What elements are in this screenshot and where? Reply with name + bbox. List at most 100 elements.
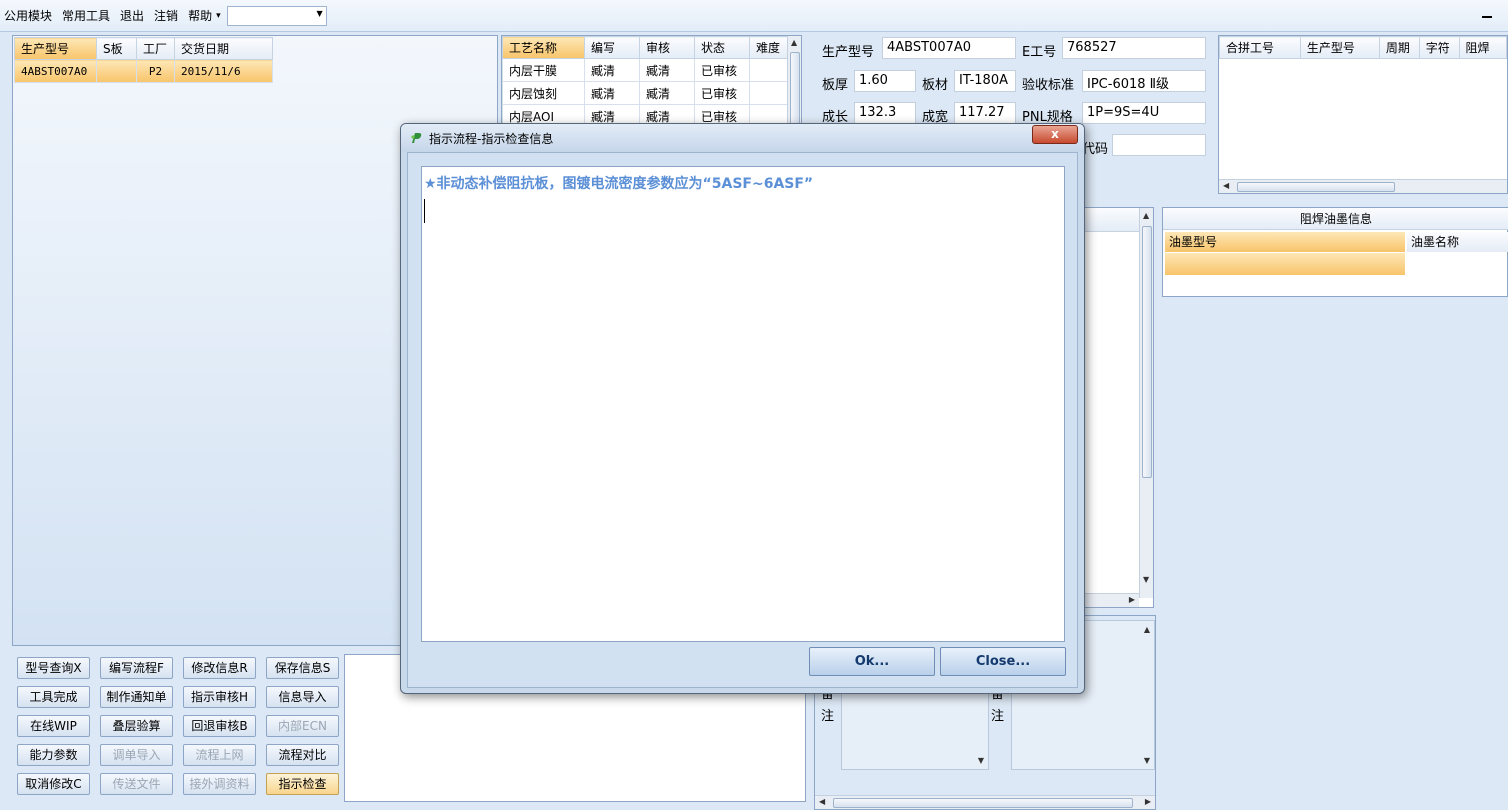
- app-icon: [410, 131, 424, 145]
- model-query-button[interactable]: 型号查询X: [17, 657, 90, 679]
- close-icon[interactable]: x: [1032, 125, 1078, 144]
- cell-status: 已审核: [694, 58, 750, 82]
- scroll-up-icon[interactable]: ▲: [1144, 625, 1150, 634]
- rollback-review-button[interactable]: 回退审核B: [183, 715, 256, 737]
- code-label: 代码: [1082, 142, 1109, 157]
- menu-public-module[interactable]: 公用模块: [4, 7, 52, 24]
- scroll-left-icon[interactable]: ◀: [1223, 181, 1229, 190]
- text-cursor: [424, 199, 425, 223]
- scroll-up-icon[interactable]: ▲: [791, 38, 797, 47]
- chevron-down-icon[interactable]: ▾: [216, 11, 221, 21]
- material-field[interactable]: IT-180A: [954, 70, 1016, 92]
- scroll-down-icon[interactable]: ▼: [1144, 756, 1150, 765]
- modify-info-button[interactable]: 修改信息R: [183, 657, 256, 679]
- table-row[interactable]: 4ABST007A0 P2 2015/11/6: [14, 59, 273, 83]
- tool-complete-button[interactable]: 工具完成: [17, 686, 90, 708]
- col-merge-model[interactable]: 生产型号: [1299, 36, 1380, 59]
- middle-grid-hscrollbar[interactable]: ▶: [1083, 593, 1139, 607]
- ink-panel-title: 阻焊油墨信息: [1163, 208, 1508, 230]
- cell-difficulty: [749, 58, 788, 82]
- save-info-button[interactable]: 保存信息S: [266, 657, 339, 679]
- thickness-field[interactable]: 1.60: [854, 70, 916, 92]
- model-field[interactable]: 4ABST007A0: [882, 37, 1016, 59]
- cell-difficulty: [749, 81, 788, 105]
- col-ink-name[interactable]: 油墨名称: [1407, 232, 1508, 252]
- scroll-right-icon[interactable]: ▶: [1129, 595, 1135, 604]
- scroll-thumb[interactable]: [833, 798, 1133, 808]
- scroll-up-icon[interactable]: ▲: [1143, 211, 1149, 220]
- col-solder-mask[interactable]: 阻焊: [1458, 36, 1508, 59]
- col-reviewer[interactable]: 审核: [639, 36, 695, 59]
- instruction-check-button[interactable]: 指示检查: [266, 773, 339, 795]
- col-merge-number[interactable]: 合拼工号: [1219, 36, 1301, 59]
- cell-reviewer: 臧清: [639, 81, 695, 105]
- standard-field[interactable]: IPC-6018 Ⅱ级: [1082, 70, 1206, 92]
- menu-common-tools[interactable]: 常用工具: [62, 7, 110, 24]
- dropdown-arrow-icon[interactable]: ▼: [316, 9, 322, 18]
- minimize-icon[interactable]: [1482, 8, 1494, 18]
- e-number-label: E工号: [1022, 45, 1057, 60]
- col-delivery-date[interactable]: 交货日期: [174, 37, 273, 60]
- col-process-name[interactable]: 工艺名称: [502, 36, 585, 59]
- menu-help[interactable]: 帮助: [188, 7, 212, 24]
- ok-button[interactable]: Ok...: [809, 647, 935, 676]
- cell-reviewer: 臧清: [639, 58, 695, 82]
- length-field[interactable]: 132.3: [854, 102, 916, 124]
- capability-params-button[interactable]: 能力参数: [17, 744, 90, 766]
- cell-factory: P2: [136, 59, 175, 83]
- edit-flow-button[interactable]: 编写流程F: [100, 657, 173, 679]
- pnl-field[interactable]: 1P=9S=4U: [1082, 102, 1206, 124]
- scroll-thumb[interactable]: [1142, 226, 1152, 478]
- check-info-dialog: 指示流程-指示检查信息 x ★非动态补偿阻抗板，图镀电流密度参数应为“5ASF~…: [400, 123, 1085, 694]
- menu-exit[interactable]: 退出: [120, 7, 144, 24]
- table-row[interactable]: 内层蚀刻 臧清 臧清 已审核: [502, 81, 788, 105]
- dialog-title-bar[interactable]: 指示流程-指示检查信息 x: [401, 124, 1084, 152]
- col-s-board[interactable]: S板: [96, 37, 137, 60]
- scroll-down-icon[interactable]: ▼: [1143, 575, 1149, 584]
- button-grid: 型号查询X 编写流程F 修改信息R 保存信息S 工具完成 制作通知单 指示审核H…: [12, 650, 344, 810]
- col-period[interactable]: 周期: [1378, 36, 1420, 59]
- external-data-button[interactable]: 接外调资料: [183, 773, 256, 795]
- merge-grid-hscrollbar[interactable]: ◀: [1219, 179, 1507, 193]
- table-row[interactable]: 内层干膜 臧清 臧清 已审核: [502, 58, 788, 82]
- scroll-thumb[interactable]: [1237, 182, 1395, 192]
- e-number-field[interactable]: 768527: [1062, 37, 1206, 59]
- remarks-hscrollbar[interactable]: ◀ ▶: [815, 795, 1155, 809]
- info-import-button[interactable]: 信息导入: [266, 686, 339, 708]
- col-writer[interactable]: 编写: [584, 36, 640, 59]
- col-ink-model[interactable]: 油墨型号: [1165, 232, 1405, 252]
- flow-upload-button[interactable]: 流程上网: [183, 744, 256, 766]
- cell-process: 内层干膜: [502, 58, 585, 82]
- online-wip-button[interactable]: 在线WIP: [17, 715, 90, 737]
- cell-status: 已审核: [694, 81, 750, 105]
- flow-compare-button[interactable]: 流程对比: [266, 744, 339, 766]
- middle-grid-scrollbar[interactable]: ▲ ▼: [1139, 208, 1153, 598]
- message-text-area[interactable]: ★非动态补偿阻抗板，图镀电流密度参数应为“5ASF~6ASF”: [421, 166, 1065, 642]
- ink-panel: 阻焊油墨信息 油墨型号 油墨名称: [1162, 207, 1508, 297]
- cell-writer: 臧清: [584, 58, 640, 82]
- col-character[interactable]: 字符: [1418, 36, 1460, 59]
- merge-grid: 合拼工号 生产型号 周期 字符 阻焊: [1219, 36, 1508, 59]
- scroll-right-icon[interactable]: ▶: [1145, 797, 1151, 806]
- menu-combo-box[interactable]: ▼: [226, 5, 327, 26]
- instruction-review-button[interactable]: 指示审核H: [183, 686, 256, 708]
- stackup-check-button[interactable]: 叠层验算: [100, 715, 173, 737]
- scroll-left-icon[interactable]: ◀: [819, 797, 825, 806]
- thickness-label: 板厚: [822, 78, 849, 93]
- order-import-button[interactable]: 调单导入: [100, 744, 173, 766]
- make-notice-button[interactable]: 制作通知单: [100, 686, 173, 708]
- scroll-down-icon[interactable]: ▼: [978, 756, 984, 765]
- width-field[interactable]: 117.27: [954, 102, 1016, 124]
- col-difficulty[interactable]: 难度: [749, 36, 788, 59]
- col-factory[interactable]: 工厂: [136, 37, 175, 60]
- menu-logout[interactable]: 注销: [154, 7, 178, 24]
- close-button[interactable]: Close...: [940, 647, 1066, 676]
- table-row[interactable]: [1165, 253, 1405, 275]
- cancel-modify-button[interactable]: 取消修改C: [17, 773, 90, 795]
- model-grid: 生产型号 S板 工厂 交货日期 4ABST007A0 P2 2015/11/6: [14, 37, 273, 83]
- col-model[interactable]: 生产型号: [14, 37, 97, 60]
- code-field[interactable]: [1112, 134, 1206, 156]
- col-status[interactable]: 状态: [694, 36, 750, 59]
- send-file-button[interactable]: 传送文件: [100, 773, 173, 795]
- internal-ecn-button[interactable]: 内部ECN: [266, 715, 339, 737]
